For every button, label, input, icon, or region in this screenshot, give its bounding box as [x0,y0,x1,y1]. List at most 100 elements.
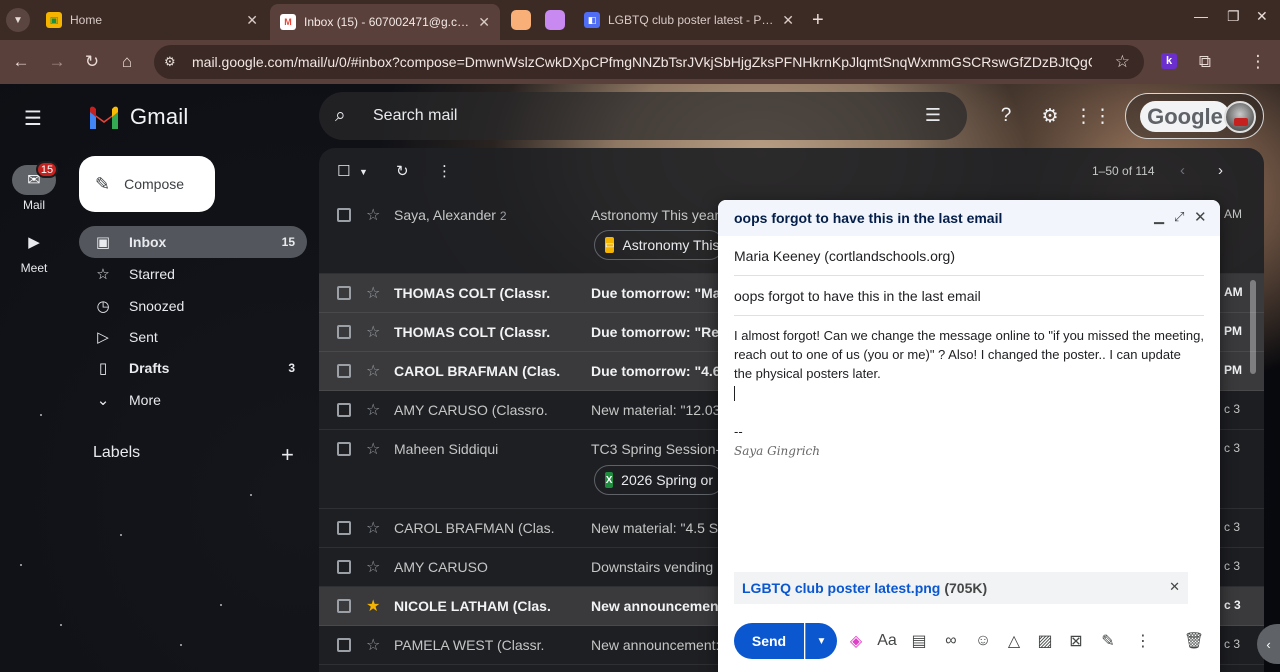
sidebar-item-drafts[interactable]: ▯ Drafts 3 [79,352,307,384]
sidebar-item-sent[interactable]: ▷ Sent [79,321,307,353]
row-checkbox[interactable] [337,403,351,417]
select-all-checkbox[interactable]: ☐ [337,162,350,180]
row-checkbox[interactable] [337,638,351,652]
avatar[interactable] [1224,101,1256,133]
row-checkbox[interactable] [337,325,351,339]
row-checkbox[interactable] [337,560,351,574]
star-icon[interactable]: ☆ [366,283,380,303]
newer-page-icon[interactable]: ‹ [1180,162,1185,179]
insert-photo-icon[interactable]: ▨ [1034,630,1056,652]
rail-meet-label[interactable]: Meet [0,261,68,275]
tab-poster[interactable]: ◧ LGBTQ club poster latest - Presentatio… [574,6,804,34]
star-icon[interactable]: ☆ [366,557,380,577]
discard-draft-icon[interactable]: 🗑 [1183,630,1205,652]
row-checkbox[interactable] [337,208,351,222]
sidebar-item-more[interactable]: ⌄ More [79,384,307,416]
row-date: AM [1224,207,1242,221]
older-page-icon[interactable]: › [1218,162,1223,179]
help-icon[interactable]: ? [994,104,1018,128]
extension-k-icon[interactable]: k [1161,53,1177,69]
compose-button[interactable]: ✎ Compose [79,156,215,212]
send-options-dropdown-icon[interactable]: ▼ [805,623,837,659]
settings-gear-icon[interactable]: ⚙ [1038,104,1062,128]
minimize-window-icon[interactable]: — [1194,8,1208,24]
account-switcher[interactable]: Google [1125,93,1264,139]
search-input[interactable]: Search mail [373,107,457,125]
site-info-icon[interactable]: ⚙ [164,54,182,70]
browser-menu-icon[interactable]: ⋮ [1246,50,1270,74]
reload-icon[interactable]: ↻ [80,50,104,74]
tab-search-button[interactable]: ▼ [6,8,30,32]
star-icon[interactable]: ☆ [366,439,380,459]
attachment[interactable]: LGBTQ club poster latest.png (705K) ✕ [734,572,1188,604]
message-body[interactable]: I almost forgot! Can we change the messa… [734,326,1204,383]
close-window-icon[interactable]: ✕ [1256,8,1268,25]
row-checkbox[interactable] [337,521,351,535]
refresh-icon[interactable]: ↻ [396,162,409,180]
row-checkbox[interactable] [337,599,351,613]
formatting-icon[interactable]: Aa [876,630,898,652]
forward-icon[interactable]: → [45,50,69,74]
url-text[interactable]: mail.google.com/mail/u/0/#inbox?compose=… [192,54,1092,70]
select-dropdown-icon[interactable]: ▼ [359,167,368,177]
close-icon[interactable]: ✕ [1194,208,1207,226]
home-icon[interactable]: ⌂ [115,50,139,74]
meet-video-icon[interactable]: ▶ [22,233,46,253]
minimize-icon[interactable]: ▁ [1154,209,1164,225]
more-actions-icon[interactable]: ⋮ [437,162,452,180]
subject-field[interactable]: oops forgot to have this in the last ema… [734,277,1204,316]
tab-inbox[interactable]: M Inbox (15) - 607002471@g.cortlandschoo… [270,4,500,40]
extensions-puzzle-icon[interactable]: ⧉ [1193,50,1217,74]
to-field[interactable]: Maria Keeney (cortlandschools.org) [734,237,1204,276]
sidebar-item-inbox[interactable]: ▣ Inbox 15 [79,226,307,258]
attachment-chip[interactable]: X 2026 Spring or [594,465,724,495]
remove-attachment-icon[interactable]: ✕ [1169,579,1180,595]
back-icon[interactable]: ← [9,50,33,74]
star-icon[interactable]: ☆ [366,518,380,538]
ai-write-icon[interactable]: ◈ [845,630,867,652]
search-options-icon[interactable]: ☰ [925,105,941,126]
add-label-icon[interactable]: + [281,442,294,468]
main-menu-icon[interactable]: ☰ [21,106,45,130]
drive-icon[interactable]: △ [1003,630,1025,652]
sidebar-item-snoozed[interactable]: ◷ Snoozed [79,290,307,322]
new-tab-icon[interactable]: + [812,9,824,32]
search-bar[interactable]: ⌕ Search mail ☰ [319,92,967,140]
close-tab-icon[interactable]: ✕ [782,12,794,29]
attach-file-icon[interactable]: ▤ [908,630,930,652]
star-icon[interactable]: ☆ [366,361,380,381]
tab-home[interactable]: ▣ Home ✕ [36,6,268,34]
send-button[interactable]: Send [734,623,804,659]
address-bar[interactable]: ⚙ mail.google.com/mail/u/0/#inbox?compos… [154,45,1144,79]
tab-group-purple[interactable] [545,10,565,30]
row-date: c 3 [1224,637,1241,651]
star-icon[interactable]: ★ [366,596,380,616]
restore-window-icon[interactable]: ❐ [1227,8,1240,25]
more-options-icon[interactable]: ⋮ [1132,630,1154,652]
expand-icon[interactable]: ⤢ [1174,209,1184,225]
row-date: c 3 [1224,441,1241,455]
search-icon[interactable]: ⌕ [335,105,359,127]
star-icon[interactable]: ☆ [366,322,380,342]
signature-pen-icon[interactable]: ✎ [1097,630,1119,652]
close-tab-icon[interactable]: ✕ [246,12,258,29]
tab-group-orange[interactable] [511,10,531,30]
compose-header[interactable]: oops forgot to have this in the last ema… [718,200,1220,236]
insert-link-icon[interactable]: ∞ [940,630,962,652]
gmail-logo[interactable]: Gmail [88,104,188,130]
bookmark-star-icon[interactable]: ☆ [1115,52,1130,72]
close-tab-icon[interactable]: ✕ [478,14,490,31]
confidential-lock-icon[interactable]: ⊠ [1065,630,1087,652]
star-icon[interactable]: ☆ [366,400,380,420]
row-checkbox[interactable] [337,286,351,300]
attachment-name[interactable]: LGBTQ club poster latest.png [742,580,940,596]
sidebar-item-starred[interactable]: ☆ Starred [79,258,307,290]
star-icon[interactable]: ☆ [366,205,380,225]
apps-grid-icon[interactable]: ⋮⋮ [1074,104,1112,128]
row-checkbox[interactable] [337,364,351,378]
star-icon[interactable]: ☆ [366,635,380,655]
attachment-chip[interactable]: ▭ Astronomy This [594,230,724,260]
list-scrollbar[interactable] [1250,280,1256,374]
row-checkbox[interactable] [337,442,351,456]
emoji-icon[interactable]: ☺ [972,630,994,652]
